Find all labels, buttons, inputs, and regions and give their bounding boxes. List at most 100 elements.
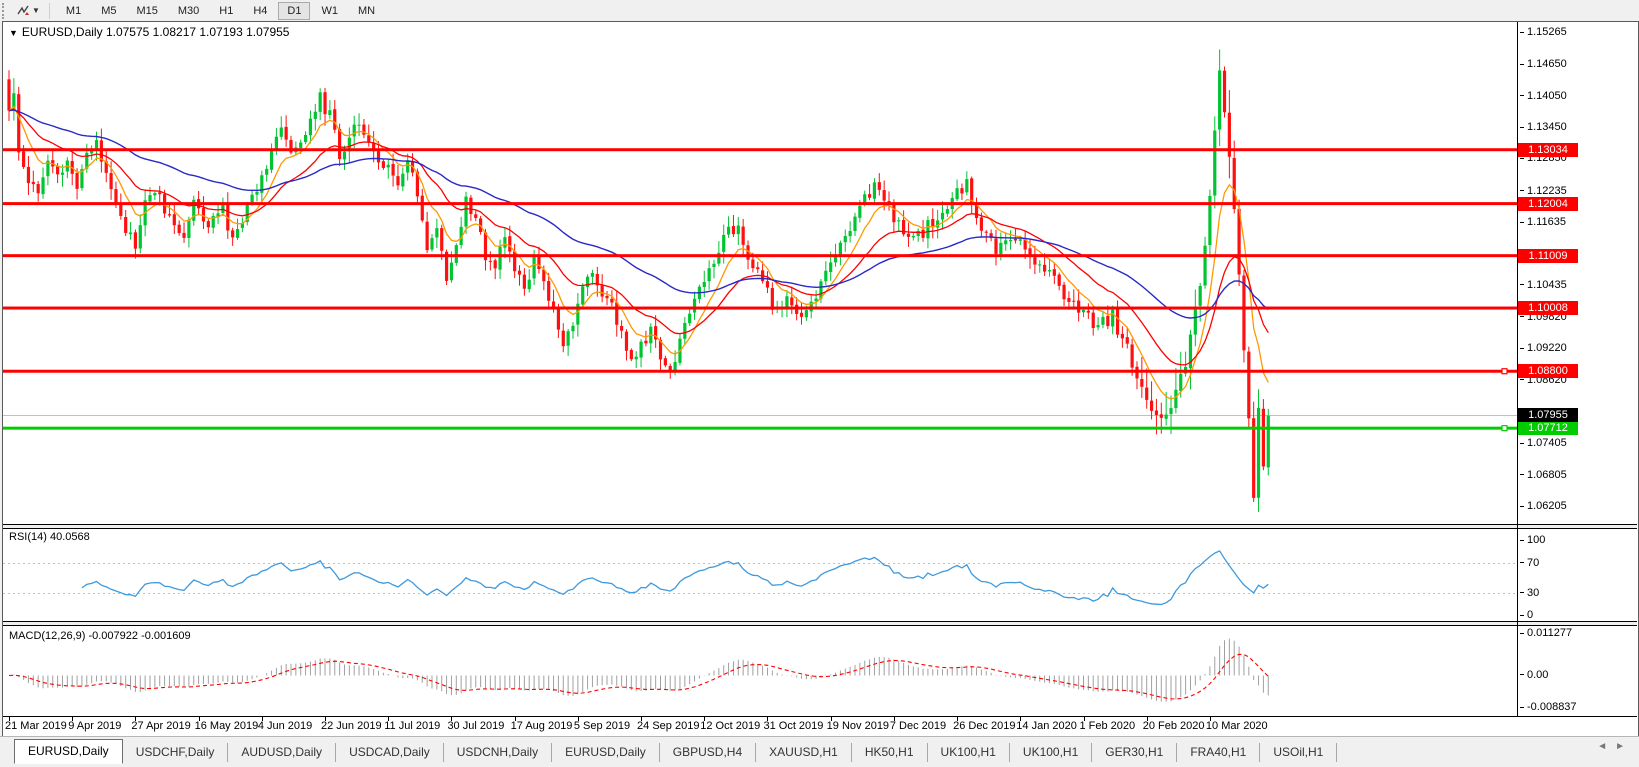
candle-body: [1160, 414, 1163, 418]
candle-body: [377, 151, 380, 162]
tab-uk100-h1[interactable]: UK100,H1: [1010, 743, 1092, 762]
timeframe-button-h1[interactable]: H1: [210, 2, 242, 20]
tick-mark: [1520, 222, 1524, 223]
tab-scroll-right-icon[interactable]: ►: [1615, 741, 1633, 752]
candle-body: [771, 288, 774, 310]
timeframe-button-mn[interactable]: MN: [349, 2, 384, 20]
macd-axis[interactable]: 0.0112770.00-0.008837: [1518, 628, 1636, 716]
candle-body: [401, 174, 404, 187]
candle-body: [620, 326, 623, 331]
candle-body: [1014, 239, 1017, 241]
resistance-line[interactable]: [3, 307, 1517, 310]
tab-fra40-h1[interactable]: FRA40,H1: [1177, 743, 1260, 762]
support-line[interactable]: [3, 427, 1517, 430]
price-chart-plot[interactable]: [3, 22, 1517, 524]
tab-uk100-h1[interactable]: UK100,H1: [928, 743, 1010, 762]
candle-body: [406, 160, 409, 172]
candle-body: [878, 182, 881, 190]
tick-mark: [1520, 284, 1524, 285]
panel-splitter[interactable]: [3, 621, 1637, 626]
tab-usoil-h1[interactable]: USOil,H1: [1260, 743, 1337, 762]
timeframe-button-m5[interactable]: M5: [92, 2, 125, 20]
line-drag-handle[interactable]: [1502, 426, 1507, 431]
candle-body: [1043, 265, 1046, 272]
tab-ger30-h1[interactable]: GER30,H1: [1092, 743, 1177, 762]
rsi-axis[interactable]: 10070300: [1518, 529, 1636, 621]
tab-xauusd-h1[interactable]: XAUUSD,H1: [756, 743, 852, 762]
candle-body: [664, 358, 667, 365]
tab-gbpusd-h4[interactable]: GBPUSD,H4: [660, 743, 756, 762]
timeframe-button-h4[interactable]: H4: [244, 2, 276, 20]
timeframe-button-w1[interactable]: W1: [312, 2, 347, 20]
macd-axis-tick: -0.008837: [1520, 701, 1577, 713]
cursor-glyph: [16, 4, 30, 18]
candle-body: [1053, 269, 1056, 276]
tab-hk50-h1[interactable]: HK50,H1: [852, 743, 928, 762]
date-axis[interactable]: 21 Mar 20199 Apr 201927 Apr 201916 May 2…: [3, 716, 1637, 735]
date-label: 19 Nov 2019: [827, 720, 889, 732]
candle-body: [591, 273, 594, 277]
resistance-line[interactable]: [3, 370, 1517, 373]
macd-axis-tick: 0.011277: [1520, 627, 1572, 639]
tab-eurusd-daily[interactable]: EURUSD,Daily: [552, 743, 660, 762]
candle-body: [756, 267, 759, 269]
timeframe-button-m1[interactable]: M1: [57, 2, 90, 20]
candle-body: [547, 281, 550, 301]
candle-body: [357, 125, 360, 126]
candle-body: [114, 189, 117, 202]
candle-body: [1038, 264, 1041, 265]
candle-body: [946, 209, 949, 214]
tab-audusd-daily[interactable]: AUDUSD,Daily: [228, 743, 336, 762]
timeframe-button-m30[interactable]: M30: [169, 2, 208, 20]
tab-usdchf-daily[interactable]: USDCHF,Daily: [123, 743, 229, 762]
macd-indicator-plot[interactable]: [3, 628, 1517, 716]
line-price-label: 1.11009: [1518, 249, 1578, 263]
price-axis-tick: 1.15265: [1520, 26, 1567, 38]
tab-usdcad-daily[interactable]: USDCAD,Daily: [336, 743, 444, 762]
crosshair-cursor-icon[interactable]: ▼: [13, 3, 43, 19]
resistance-line[interactable]: [3, 148, 1517, 151]
candle-body: [328, 110, 331, 115]
rsi-axis-tick: 0: [1520, 609, 1533, 621]
timeframe-button-d1[interactable]: D1: [278, 2, 310, 20]
tick-mark: [1520, 316, 1524, 317]
tab-usdcnh-daily[interactable]: USDCNH,Daily: [444, 743, 552, 762]
candle-body: [528, 280, 531, 289]
candle-body: [275, 137, 278, 150]
candle-body: [353, 125, 356, 137]
candle-body: [1116, 309, 1119, 335]
tick-mark: [1520, 707, 1524, 708]
price-axis[interactable]: 1.152651.146501.140501.134501.128501.122…: [1518, 22, 1636, 524]
line-drag-handle[interactable]: [1502, 369, 1507, 374]
price-axis-tick: 1.11635: [1520, 216, 1566, 228]
tab-scroll-arrows[interactable]: ◄►: [1597, 741, 1633, 752]
candle-body: [153, 193, 156, 195]
candle-body: [897, 220, 900, 221]
current-price-label: 1.07955: [1518, 408, 1578, 422]
candle-body: [474, 214, 477, 218]
rsi-indicator-plot[interactable]: [3, 529, 1517, 621]
candle-body: [1267, 416, 1270, 468]
tab-scroll-left-icon[interactable]: ◄: [1597, 741, 1615, 752]
candle-body: [27, 167, 30, 183]
candle-body: [56, 166, 59, 174]
candle-body: [985, 232, 988, 233]
tab-eurusd-daily[interactable]: EURUSD,Daily: [14, 739, 123, 764]
resistance-line[interactable]: [3, 202, 1517, 205]
candle-body: [712, 264, 715, 267]
resistance-line[interactable]: [3, 254, 1517, 257]
candle-body: [708, 268, 711, 281]
candle-body: [912, 236, 915, 238]
candle-body: [494, 260, 497, 268]
candle-body: [367, 135, 370, 142]
symbol-dropdown-icon[interactable]: ▼: [9, 28, 18, 38]
toolbar-grip[interactable]: [2, 3, 9, 19]
chart-window: ▼EURUSD,Daily 1.07575 1.08217 1.07193 1.…: [2, 21, 1639, 737]
candle-body: [231, 230, 234, 237]
tick-mark: [1520, 158, 1524, 159]
timeframe-button-m15[interactable]: M15: [127, 2, 166, 20]
date-label: 20 Feb 2020: [1143, 720, 1205, 732]
candle-body: [139, 225, 142, 248]
tick-mark: [1520, 633, 1524, 634]
candle-body: [1004, 240, 1007, 244]
